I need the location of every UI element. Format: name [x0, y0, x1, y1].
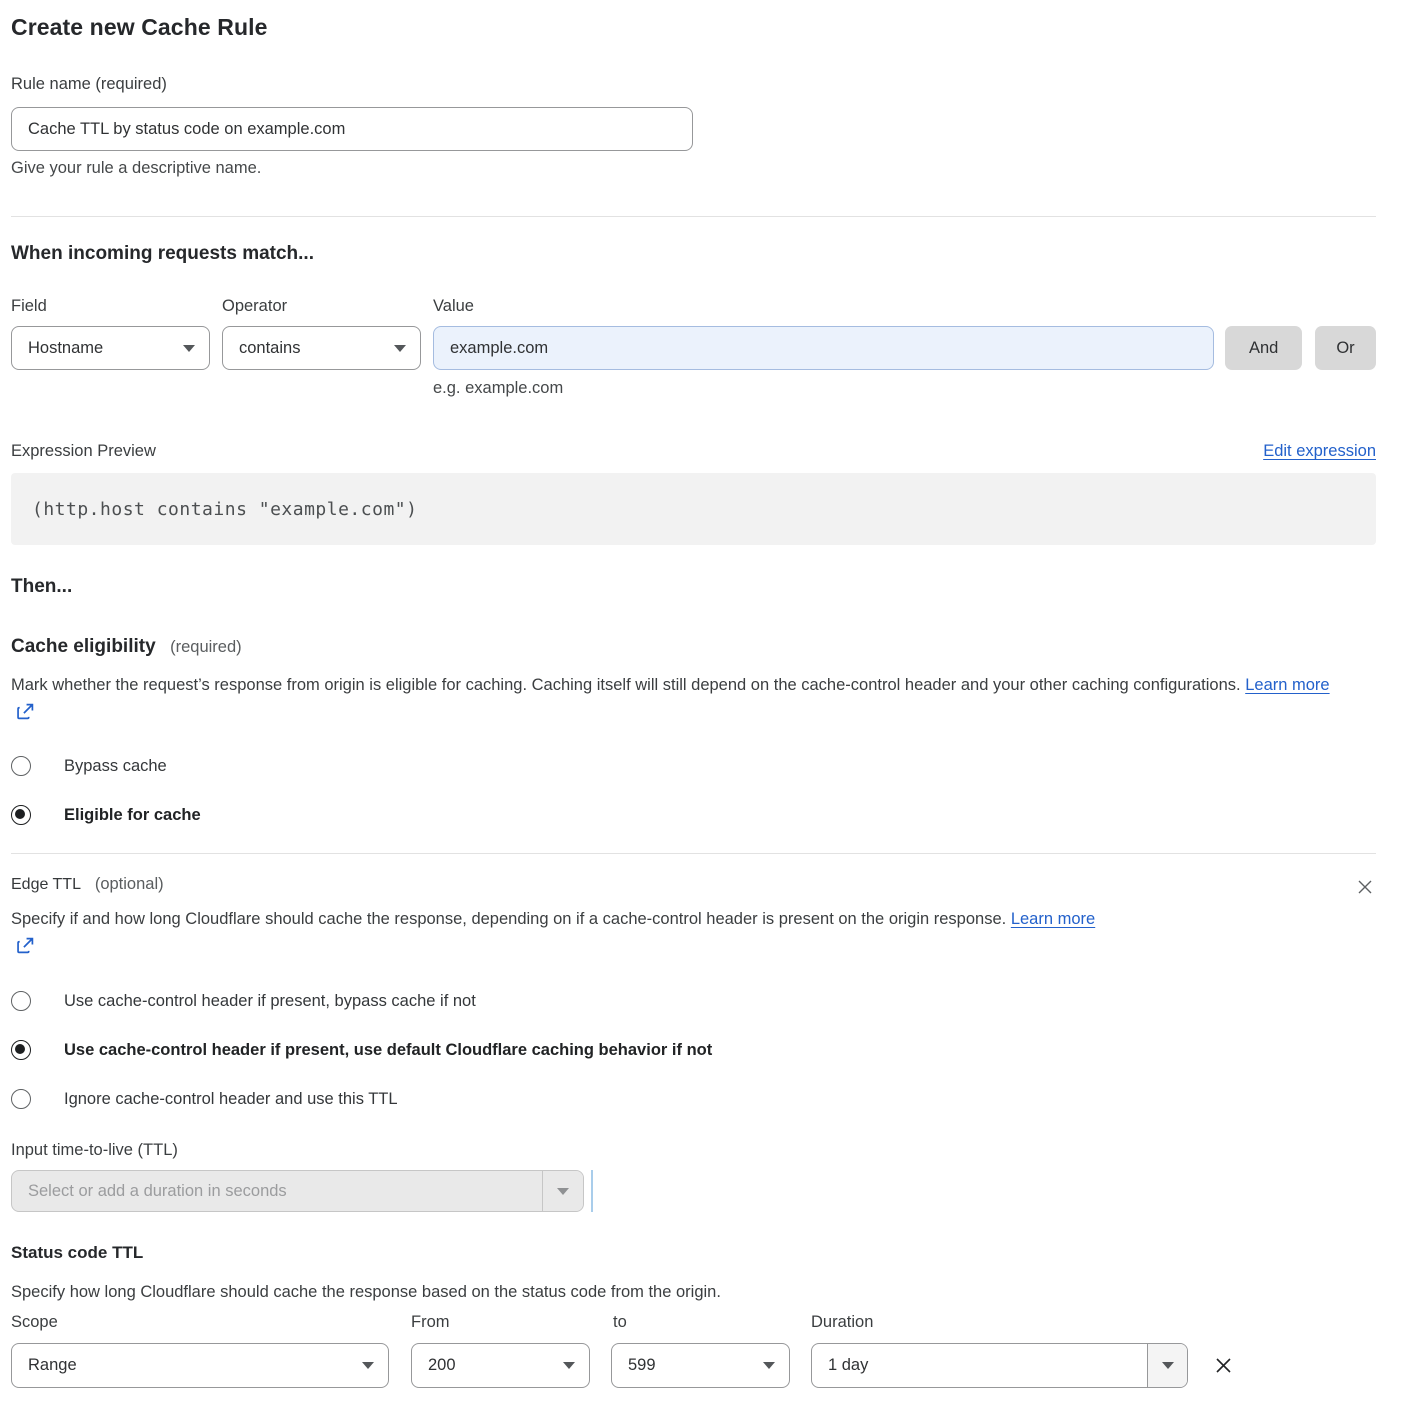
section-divider — [11, 216, 1376, 217]
rule-name-input[interactable] — [11, 107, 693, 151]
cache-eligibility-description: Mark whether the request’s response from… — [11, 676, 1241, 694]
radio-bypass-cache[interactable]: Bypass cache — [11, 756, 1376, 776]
chevron-down-icon — [557, 1188, 569, 1195]
radio-label: Use cache-control header if present, byp… — [64, 992, 476, 1011]
radio-label: Bypass cache — [64, 757, 167, 776]
radio-icon[interactable] — [11, 1089, 31, 1109]
optional-tag: (optional) — [95, 875, 164, 893]
chevron-down-icon — [763, 1362, 775, 1369]
radio-label: Use cache-control header if present, use… — [64, 1041, 712, 1060]
radio-cc-default[interactable]: Use cache-control header if present, use… — [11, 1040, 1376, 1060]
scope-select-value: Range — [28, 1356, 77, 1375]
value-input[interactable] — [433, 326, 1214, 370]
from-select[interactable]: 200 — [411, 1343, 590, 1388]
scope-label: Scope — [11, 1313, 411, 1332]
scope-select[interactable]: Range — [11, 1343, 389, 1388]
ttl-duration-dropdown-button[interactable] — [542, 1171, 583, 1211]
radio-cc-bypass[interactable]: Use cache-control header if present, byp… — [11, 991, 1376, 1011]
rule-name-help: Give your rule a descriptive name. — [11, 159, 1376, 178]
chevron-down-icon — [183, 345, 195, 352]
field-label: Field — [11, 297, 222, 316]
external-link-icon — [17, 701, 34, 729]
ttl-duration-placeholder: Select or add a duration in seconds — [12, 1171, 542, 1211]
chevron-down-icon — [1162, 1362, 1174, 1369]
edge-ttl-close-button[interactable] — [1355, 877, 1375, 897]
edge-ttl-heading: Edge TTL — [11, 876, 80, 893]
and-button[interactable]: And — [1225, 326, 1302, 370]
radio-selected-icon[interactable] — [11, 805, 31, 825]
external-link-icon — [17, 935, 34, 963]
radio-icon[interactable] — [11, 756, 31, 776]
expression-preview-label: Expression Preview — [11, 442, 156, 461]
match-heading: When incoming requests match... — [11, 243, 1376, 265]
duration-dropdown-button[interactable] — [1147, 1344, 1187, 1387]
field-select-value: Hostname — [28, 339, 103, 358]
status-code-ttl-heading: Status code TTL — [11, 1243, 1376, 1263]
to-select[interactable]: 599 — [611, 1343, 790, 1388]
value-label: Value — [433, 297, 474, 316]
to-label: to — [613, 1313, 811, 1332]
remove-status-code-ttl-button[interactable] — [1212, 1354, 1235, 1377]
status-code-ttl-description: Specify how long Cloudflare should cache… — [11, 1278, 1376, 1306]
operator-select-value: contains — [239, 339, 300, 358]
edit-expression-link[interactable]: Edit expression — [1263, 442, 1376, 461]
edge-ttl-description: Specify if and how long Cloudflare shoul… — [11, 910, 1006, 928]
then-heading: Then... — [11, 576, 1376, 598]
duration-label: Duration — [811, 1313, 873, 1332]
ttl-input-label: Input time-to-live (TTL) — [11, 1141, 1376, 1160]
operator-label: Operator — [222, 297, 433, 316]
from-label: From — [411, 1313, 613, 1332]
or-button[interactable]: Or — [1315, 326, 1376, 370]
from-select-value: 200 — [428, 1356, 456, 1375]
cache-eligibility-learn-more-link[interactable]: Learn more — [1245, 676, 1329, 694]
field-select[interactable]: Hostname — [11, 326, 210, 370]
close-icon — [1212, 1365, 1235, 1380]
to-select-value: 599 — [628, 1356, 656, 1375]
section-divider — [11, 853, 1376, 854]
text-caret — [591, 1170, 593, 1212]
radio-selected-icon[interactable] — [11, 1040, 31, 1060]
radio-eligible-for-cache[interactable]: Eligible for cache — [11, 805, 1376, 825]
duration-select-value: 1 day — [812, 1344, 1147, 1387]
radio-icon[interactable] — [11, 991, 31, 1011]
chevron-down-icon — [394, 345, 406, 352]
ttl-duration-select[interactable]: Select or add a duration in seconds — [11, 1170, 584, 1212]
radio-label: Eligible for cache — [64, 806, 201, 825]
create-cache-rule-form: Create new Cache Rule Rule name (require… — [0, 0, 1412, 1428]
chevron-down-icon — [563, 1362, 575, 1369]
operator-select[interactable]: contains — [222, 326, 421, 370]
chevron-down-icon — [362, 1362, 374, 1369]
duration-select[interactable]: 1 day — [811, 1343, 1188, 1388]
required-tag: (required) — [170, 638, 242, 656]
value-help: e.g. example.com — [433, 379, 1376, 398]
cache-eligibility-heading: Cache eligibility — [11, 636, 156, 657]
radio-label: Ignore cache-control header and use this… — [64, 1090, 398, 1109]
radio-cc-ignore[interactable]: Ignore cache-control header and use this… — [11, 1089, 1376, 1109]
close-icon — [1355, 885, 1375, 900]
edge-ttl-learn-more-link[interactable]: Learn more — [1011, 910, 1095, 928]
rule-name-label: Rule name (required) — [11, 75, 1376, 94]
expression-code: (http.host contains "example.com") — [11, 473, 1376, 545]
page-title: Create new Cache Rule — [11, 14, 1376, 41]
